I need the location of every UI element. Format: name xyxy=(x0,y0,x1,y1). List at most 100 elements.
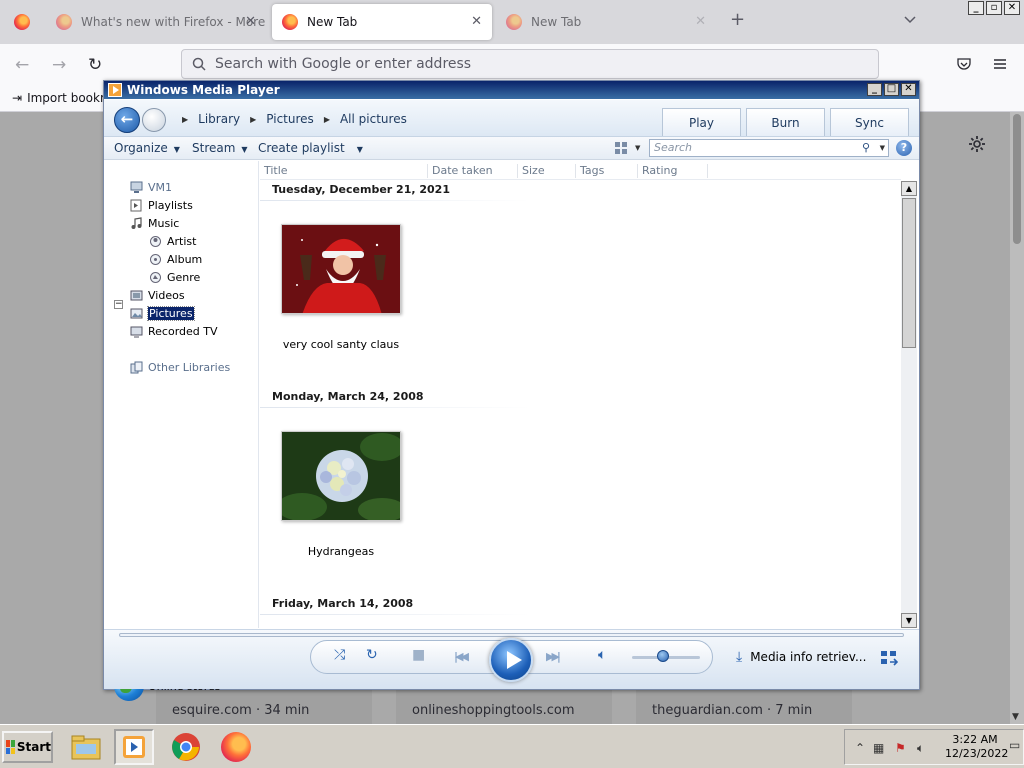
pocket-icon[interactable] xyxy=(957,57,971,71)
hamburger-menu-icon[interactable] xyxy=(993,57,1007,71)
tree-item-other-libraries[interactable]: Other Libraries xyxy=(130,361,230,374)
scroll-up-icon[interactable]: ▲ xyxy=(901,181,917,196)
help-icon[interactable]: ? xyxy=(896,140,912,156)
top-site-tile[interactable]: onlineshoppingtools.com xyxy=(396,690,612,724)
tab-burn[interactable]: Burn xyxy=(746,108,825,136)
page-scrollbar[interactable]: ▼ xyxy=(1010,112,1024,724)
picture-thumbnail[interactable] xyxy=(281,224,401,314)
shuffle-icon[interactable]: ⤮ xyxy=(334,647,345,663)
show-desktop-icon[interactable]: ▭ xyxy=(1009,738,1020,752)
tree-item-playlists[interactable]: Playlists xyxy=(130,199,193,212)
volume-icon[interactable]: 🔈︎ xyxy=(917,741,924,756)
breadcrumb-pictures[interactable]: Pictures xyxy=(266,112,314,128)
network-icon[interactable]: ▦ xyxy=(873,741,884,755)
taskbar-explorer[interactable] xyxy=(66,729,106,765)
taskbar-firefox[interactable] xyxy=(216,729,256,765)
tree-item-genre[interactable]: Genre xyxy=(149,271,200,284)
chrome-icon xyxy=(172,733,200,761)
next-icon[interactable]: ▶▶| xyxy=(546,650,561,663)
breadcrumb-separator-icon[interactable]: ▶ xyxy=(250,112,256,128)
column-title[interactable]: Title xyxy=(260,164,428,178)
firefox-view-button[interactable] xyxy=(4,4,36,40)
search-caret-icon[interactable]: ▼ xyxy=(880,140,885,156)
tree-item-vm1[interactable]: VM1 xyxy=(130,181,172,194)
scrollbar-thumb[interactable] xyxy=(1013,114,1021,244)
tab-new-tab-active[interactable]: New Tab ✕ xyxy=(272,4,492,40)
wmp-navigation-bar: ← ▶ Library ▶ Pictures ▶ All pictures Pl… xyxy=(104,100,919,137)
close-icon[interactable]: ✕ xyxy=(695,14,706,29)
gear-icon[interactable] xyxy=(967,134,987,154)
navigation-pane: VM1 Playlists − Music Artist Album Genre… xyxy=(104,161,259,701)
scrollbar-thumb[interactable] xyxy=(902,198,916,348)
column-rating[interactable]: Rating xyxy=(638,164,708,178)
breadcrumb-separator-icon[interactable]: ▶ xyxy=(324,112,330,128)
stop-icon[interactable]: ■ xyxy=(412,647,425,663)
create-playlist-label: Create playlist xyxy=(258,141,345,155)
picture-thumbnail[interactable] xyxy=(281,431,401,521)
column-date-taken[interactable]: Date taken xyxy=(428,164,518,178)
tree-item-recorded-tv[interactable]: Recorded TV xyxy=(130,325,218,338)
breadcrumb-all-pictures[interactable]: All pictures xyxy=(340,112,407,128)
organize-menu[interactable]: Organize ▼ xyxy=(114,141,180,155)
back-button[interactable]: ← xyxy=(114,107,140,133)
view-options-caret-icon[interactable]: ▼ xyxy=(635,144,640,152)
clock[interactable]: 3:22 AM 12/23/2022 xyxy=(945,733,1008,761)
top-site-tile[interactable]: theguardian.com · 7 min xyxy=(636,690,852,724)
seek-bar[interactable] xyxy=(119,633,904,637)
tree-item-videos[interactable]: Videos xyxy=(130,289,185,302)
wmp-vertical-scrollbar[interactable]: ▲ ▼ xyxy=(901,181,917,628)
show-hidden-icons-chevron-icon[interactable]: ⌃ xyxy=(855,741,865,755)
media-info-status[interactable]: ⤓ Media info retriev... xyxy=(736,649,866,665)
minimize-button[interactable]: _ xyxy=(867,83,882,96)
wmp-title-bar[interactable]: Windows Media Player _ □ ✕ xyxy=(104,81,919,99)
tab-new-tab[interactable]: New Tab ✕ xyxy=(496,4,716,40)
tab-sync[interactable]: Sync xyxy=(830,108,909,136)
back-arrow-icon[interactable]: ← xyxy=(15,55,29,75)
chevron-down-icon[interactable] xyxy=(903,13,917,27)
forward-arrow-icon[interactable]: → xyxy=(52,55,66,75)
repeat-icon[interactable]: ↻ xyxy=(366,647,378,663)
tree-label: VM1 xyxy=(148,181,173,194)
taskbar-chrome[interactable] xyxy=(166,729,206,765)
url-bar[interactable]: Search with Google or enter address xyxy=(181,49,879,79)
minimize-button[interactable]: _ xyxy=(968,1,984,15)
maximize-button[interactable]: ▫ xyxy=(986,1,1002,15)
scroll-down-icon[interactable]: ▼ xyxy=(1012,712,1019,722)
close-icon[interactable]: ✕ xyxy=(245,14,256,29)
tree-item-music[interactable]: Music xyxy=(130,217,179,230)
close-button[interactable]: ✕ xyxy=(1004,1,1020,15)
tab-play[interactable]: Play xyxy=(662,108,741,136)
taskbar-windows-media-player[interactable] xyxy=(114,729,154,765)
search-input[interactable]: Search ⚲ ▼ xyxy=(649,139,889,157)
picture-title[interactable]: very cool santy claus xyxy=(261,338,421,351)
close-icon[interactable]: ✕ xyxy=(471,14,482,29)
scroll-down-icon[interactable]: ▼ xyxy=(901,613,917,628)
view-options-icon[interactable] xyxy=(614,141,628,155)
picture-title[interactable]: Hydrangeas xyxy=(261,545,421,558)
create-playlist-menu[interactable]: Create playlist ▼ xyxy=(258,141,363,155)
tree-item-album[interactable]: Album xyxy=(149,253,202,266)
maximize-button[interactable]: □ xyxy=(884,83,899,96)
breadcrumb-library[interactable]: Library xyxy=(198,112,240,128)
music-note-icon xyxy=(131,217,142,229)
new-tab-plus-icon[interactable]: + xyxy=(730,11,745,29)
reload-icon[interactable]: ↻ xyxy=(88,55,102,75)
action-center-flag-icon[interactable]: ⚑ xyxy=(895,741,906,755)
switch-to-now-playing-icon[interactable] xyxy=(880,650,898,666)
tree-item-artist[interactable]: Artist xyxy=(149,235,196,248)
search-icon[interactable]: ⚲ xyxy=(862,140,870,156)
volume-knob[interactable] xyxy=(656,650,669,662)
column-tags[interactable]: Tags xyxy=(576,164,638,178)
stream-menu[interactable]: Stream ▼ xyxy=(192,141,248,155)
close-button[interactable]: ✕ xyxy=(901,83,916,96)
volume-icon[interactable]: 🔈︎ xyxy=(598,647,606,663)
play-button[interactable] xyxy=(489,638,533,682)
start-button[interactable]: Start xyxy=(2,731,53,763)
tree-label: Other Libraries xyxy=(148,361,231,374)
forward-button[interactable] xyxy=(142,108,166,132)
collapse-icon[interactable]: − xyxy=(114,300,123,309)
tree-item-pictures[interactable]: Pictures xyxy=(130,306,195,321)
column-size[interactable]: Size xyxy=(518,164,576,178)
previous-icon[interactable]: |◀◀ xyxy=(454,650,469,663)
tab-whats-new[interactable]: What's new with Firefox - More pri ✕ xyxy=(46,4,266,40)
